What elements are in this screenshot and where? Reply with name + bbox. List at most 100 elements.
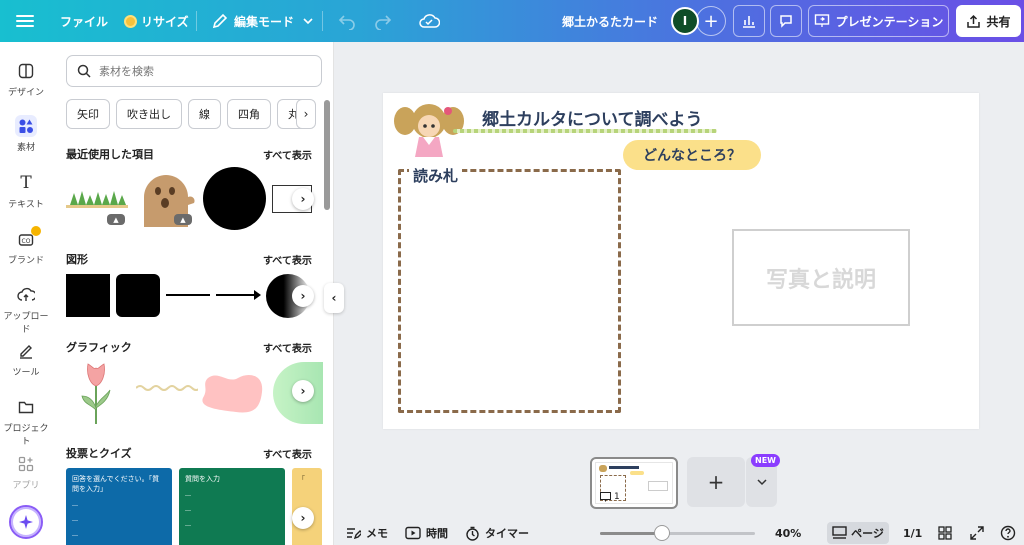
graphic-wavy-line[interactable] (135, 382, 201, 394)
rail-item-elements[interactable]: 素材 (0, 115, 52, 153)
expand-icon (970, 526, 984, 540)
section-shapes-title: 図形 (66, 253, 88, 266)
grid-view-button[interactable] (938, 521, 952, 545)
new-badge: NEW (751, 454, 780, 467)
shape-line[interactable] (166, 294, 210, 296)
rail-item-text[interactable]: T テキスト (0, 172, 52, 210)
question-pill[interactable]: どんなところ？ (623, 140, 761, 170)
zoom-level[interactable]: 40% (775, 521, 801, 545)
help-button[interactable] (1000, 521, 1016, 545)
premium-badge: ▲ (107, 214, 125, 225)
rail-item-tools[interactable]: ツール (0, 340, 52, 378)
poll-template-1[interactable]: 回答を選んでください。「質問を入力」 ― ― ― (66, 468, 172, 545)
recent-circle[interactable] (203, 167, 266, 230)
shape-square[interactable] (66, 274, 110, 317)
search-icon (77, 64, 91, 78)
tulip-graphic (81, 363, 111, 424)
chip-arrow[interactable]: 矢印 (66, 99, 110, 129)
insights-button[interactable] (733, 5, 765, 37)
graphic-pink-blob[interactable] (202, 372, 266, 414)
see-all-recent[interactable]: すべて表示 (263, 147, 312, 162)
zoom-slider-handle[interactable] (654, 525, 670, 541)
file-menu[interactable]: ファイル (60, 0, 108, 42)
apps-icon (15, 453, 37, 475)
chip-speech-bubble[interactable]: 吹き出し (116, 99, 182, 129)
document-title[interactable]: 郷土かるたカード (562, 0, 658, 42)
notes-label: メモ (366, 527, 388, 540)
duration-label: 時間 (426, 527, 448, 540)
shape-arrow[interactable] (216, 288, 262, 302)
page-number: 1 (600, 492, 620, 502)
title-underline (453, 129, 717, 133)
panel-scrollbar[interactable] (324, 100, 330, 210)
recent-trees[interactable] (66, 187, 128, 209)
magic-assistant-button[interactable] (9, 505, 43, 539)
poll-option: ― (185, 492, 191, 499)
premium-badge: ▲ (174, 214, 192, 225)
share-button[interactable]: 共有 (956, 5, 1021, 37)
zoom-slider[interactable] (600, 532, 755, 535)
page-view-button[interactable]: ページ (827, 522, 889, 544)
chips-next-button[interactable]: › (296, 99, 316, 129)
search-box[interactable] (66, 55, 322, 87)
search-input[interactable] (99, 64, 299, 78)
svg-text:CO: CO (22, 238, 31, 245)
see-all-shapes[interactable]: すべて表示 (263, 252, 312, 267)
photo-placeholder[interactable]: 写真と説明 (732, 229, 910, 326)
elements-icon (15, 115, 37, 137)
timer-button[interactable]: タイマー (465, 521, 529, 545)
comments-button[interactable] (770, 5, 802, 37)
see-all-polls[interactable]: すべて表示 (263, 446, 312, 461)
bottom-bar: メモ 時間 タイマー 40% ページ 1/1 (334, 521, 1024, 545)
duration-button[interactable]: 時間 (405, 521, 448, 545)
chevron-down-icon (303, 18, 313, 25)
rail-item-design[interactable]: デザイン (0, 60, 52, 98)
slide-title[interactable]: 郷土カルタについて調べよう (482, 105, 703, 130)
graphics-next-button[interactable]: › (292, 380, 314, 402)
poll-option: ― (72, 502, 78, 509)
menu-icon[interactable] (16, 12, 34, 30)
rail-label: アップロード (3, 312, 49, 335)
timer-icon (466, 526, 479, 541)
poll-template-3[interactable]: 「 (292, 468, 322, 545)
edit-mode-label: 編集モード (234, 14, 295, 29)
rail-label: ツール (12, 368, 40, 378)
page-count[interactable]: 1/1 (903, 521, 922, 545)
fullscreen-button[interactable] (970, 521, 984, 545)
rail-item-apps[interactable]: アプリ (0, 453, 52, 491)
rail-label: テキスト (8, 200, 44, 210)
redo-icon[interactable] (374, 12, 392, 30)
rail-item-brand[interactable]: CO ブランド (0, 226, 52, 266)
rail-item-projects[interactable]: プロジェクト (0, 396, 52, 447)
cloud-saved-icon[interactable] (418, 11, 440, 31)
chip-square[interactable]: 四角 (227, 99, 271, 129)
share-label: 共有 (986, 14, 1011, 29)
divider (196, 11, 197, 31)
avatar[interactable]: I (671, 7, 699, 35)
polls-next-button[interactable]: › (292, 507, 314, 529)
recent-next-button[interactable]: › (292, 188, 314, 210)
graphic-tulip[interactable] (76, 360, 116, 426)
design-page[interactable]: 郷土カルタについて調べよう どんなところ？ 読み札 写真と説明 (383, 93, 979, 429)
see-all-graphics[interactable]: すべて表示 (263, 340, 312, 355)
rail-item-upload[interactable]: アップロード (0, 284, 52, 335)
poll-template-2[interactable]: 質問を入力 ― ― ― (179, 468, 285, 545)
page-thumbnail[interactable]: 1 (590, 457, 678, 509)
shapes-next-button[interactable]: › (292, 285, 314, 307)
edit-mode-dropdown[interactable]: 編集モード (212, 0, 314, 42)
reading-card-frame[interactable] (398, 169, 621, 413)
collapse-panel-button[interactable]: ‹ (324, 283, 344, 313)
add-collaborator-button[interactable]: + (696, 6, 726, 36)
reading-card-label[interactable]: 読み札 (409, 165, 463, 186)
present-button[interactable]: プレゼンテーション (808, 5, 949, 37)
notes-button[interactable]: メモ (346, 521, 388, 545)
add-page-button[interactable]: + (687, 457, 745, 507)
bar-chart-icon (743, 16, 755, 28)
chip-line[interactable]: 線 (188, 99, 221, 129)
comment-icon (780, 15, 792, 28)
undo-icon[interactable] (338, 12, 356, 30)
pencil-icon (212, 13, 228, 29)
shape-rounded-square[interactable] (116, 274, 160, 317)
pink-blob-graphic (202, 374, 263, 413)
resize-button[interactable]: リサイズ (124, 0, 189, 42)
